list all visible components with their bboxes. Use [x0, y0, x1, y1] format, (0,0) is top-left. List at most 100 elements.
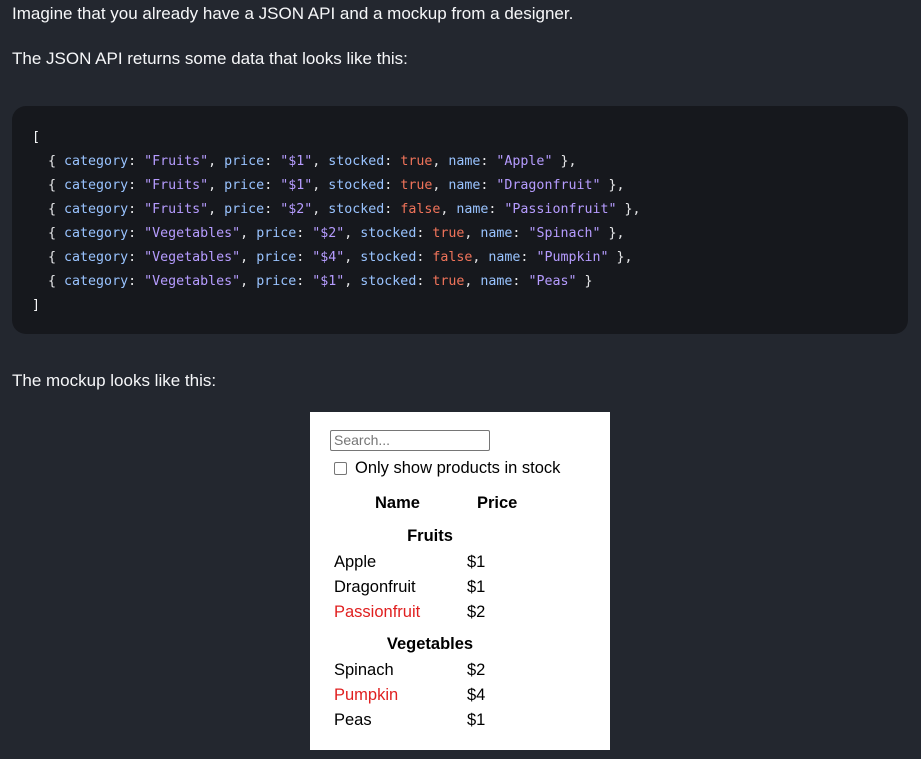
- code-block: [ { category: "Fruits", price: "$1", sto…: [12, 106, 908, 334]
- code-value: "Fruits": [144, 154, 209, 169]
- code-punct: :: [520, 250, 537, 265]
- code-value: "$1": [312, 274, 345, 289]
- code-value: "Passionfruit": [504, 202, 617, 217]
- code-punct: },: [616, 202, 641, 217]
- code-punct: },: [600, 226, 625, 241]
- code-punct: :: [488, 202, 505, 217]
- code-key: category: [64, 250, 129, 265]
- code-value: true: [432, 274, 465, 289]
- code-punct: :: [128, 226, 145, 241]
- code-key: price: [224, 202, 265, 217]
- code-line: { category: "Fruits", price: "$2", stock…: [32, 198, 888, 222]
- code-line: { category: "Fruits", price: "$1", stock…: [32, 150, 888, 174]
- product-name: Pumpkin: [334, 686, 399, 704]
- search-input[interactable]: Search...: [330, 430, 490, 451]
- intro-paragraph-2: The JSON API returns some data that look…: [12, 49, 408, 68]
- code-punct: :: [384, 154, 401, 169]
- code-punct: :: [128, 178, 145, 193]
- code-value: true: [400, 178, 433, 193]
- product-price: $1: [467, 711, 486, 729]
- code-key: stocked: [360, 250, 417, 265]
- code-rows: { category: "Fruits", price: "$1", stock…: [32, 150, 888, 294]
- code-open-bracket: [: [32, 130, 41, 145]
- code-key: name: [448, 154, 481, 169]
- product-name: Peas: [334, 711, 372, 729]
- code-value: "Vegetables": [144, 226, 241, 241]
- code-key: price: [256, 226, 297, 241]
- code-key: category: [64, 226, 129, 241]
- code-key: price: [256, 250, 297, 265]
- code-key: name: [480, 226, 513, 241]
- code-value: "$1": [280, 154, 313, 169]
- code-punct: ,: [440, 202, 457, 217]
- code-line: { category: "Fruits", price: "$1", stock…: [32, 174, 888, 198]
- code-value: "Dragonfruit": [496, 178, 601, 193]
- code-punct: {: [32, 178, 65, 193]
- code-punct: ,: [312, 178, 329, 193]
- code-punct: :: [480, 154, 497, 169]
- code-punct: },: [608, 250, 633, 265]
- code-punct: {: [32, 226, 65, 241]
- code-punct: {: [32, 154, 65, 169]
- code-punct: },: [600, 178, 625, 193]
- code-punct: ,: [208, 178, 225, 193]
- code-punct: ,: [464, 226, 481, 241]
- code-key: category: [64, 202, 129, 217]
- in-stock-checkbox[interactable]: [334, 461, 347, 475]
- code-key: name: [448, 178, 481, 193]
- code-punct: :: [296, 274, 313, 289]
- product-name: Spinach: [334, 661, 394, 679]
- code-value: "Peas": [528, 274, 577, 289]
- code-value: true: [432, 226, 465, 241]
- code-punct: :: [128, 154, 145, 169]
- code-punct: },: [552, 154, 577, 169]
- code-value: "Fruits": [144, 202, 209, 217]
- code-line: { category: "Vegetables", price: "$2", s…: [32, 222, 888, 246]
- code-punct: ,: [344, 274, 361, 289]
- code-punct: ,: [472, 250, 489, 265]
- code-value: false: [432, 250, 473, 265]
- code-line: { category: "Vegetables", price: "$4", s…: [32, 246, 888, 270]
- code-punct: ,: [240, 274, 257, 289]
- code-value: "$2": [280, 202, 313, 217]
- code-value: "Pumpkin": [536, 250, 609, 265]
- code-punct: ,: [208, 154, 225, 169]
- product-table-mockup: Search... Only show products in stock Na…: [310, 412, 610, 750]
- code-punct: :: [296, 250, 313, 265]
- code-punct: ,: [312, 154, 329, 169]
- code-key: category: [64, 178, 129, 193]
- product-price: $4: [467, 686, 486, 704]
- code-punct: :: [512, 226, 529, 241]
- intro-paragraph-1: Imagine that you already have a JSON API…: [12, 4, 574, 23]
- code-key: name: [480, 274, 513, 289]
- code-key: stocked: [328, 154, 385, 169]
- code-key: category: [64, 274, 129, 289]
- product-price: $2: [467, 603, 486, 621]
- code-key: stocked: [328, 202, 385, 217]
- in-stock-filter[interactable]: Only show products in stock: [334, 458, 560, 478]
- column-header-price: Price: [477, 494, 518, 512]
- code-punct: {: [32, 274, 65, 289]
- product-price: $2: [467, 661, 486, 679]
- column-header-name: Name: [375, 494, 420, 512]
- code-value: "Spinach": [528, 226, 601, 241]
- code-punct: :: [128, 202, 145, 217]
- code-punct: :: [128, 250, 145, 265]
- category-row: Fruits: [407, 527, 453, 545]
- code-key: price: [256, 274, 297, 289]
- code-punct: :: [480, 178, 497, 193]
- code-punct: :: [128, 274, 145, 289]
- code-punct: :: [296, 226, 313, 241]
- product-name: Apple: [334, 553, 377, 571]
- code-punct: {: [32, 250, 65, 265]
- code-key: price: [224, 154, 265, 169]
- code-key: stocked: [360, 226, 417, 241]
- code-value: "Vegetables": [144, 274, 241, 289]
- code-value: "Vegetables": [144, 250, 241, 265]
- code-punct: :: [512, 274, 529, 289]
- code-punct: {: [32, 202, 65, 217]
- code-key: stocked: [328, 178, 385, 193]
- code-punct: ,: [344, 226, 361, 241]
- code-key: price: [224, 178, 265, 193]
- code-value: false: [400, 202, 441, 217]
